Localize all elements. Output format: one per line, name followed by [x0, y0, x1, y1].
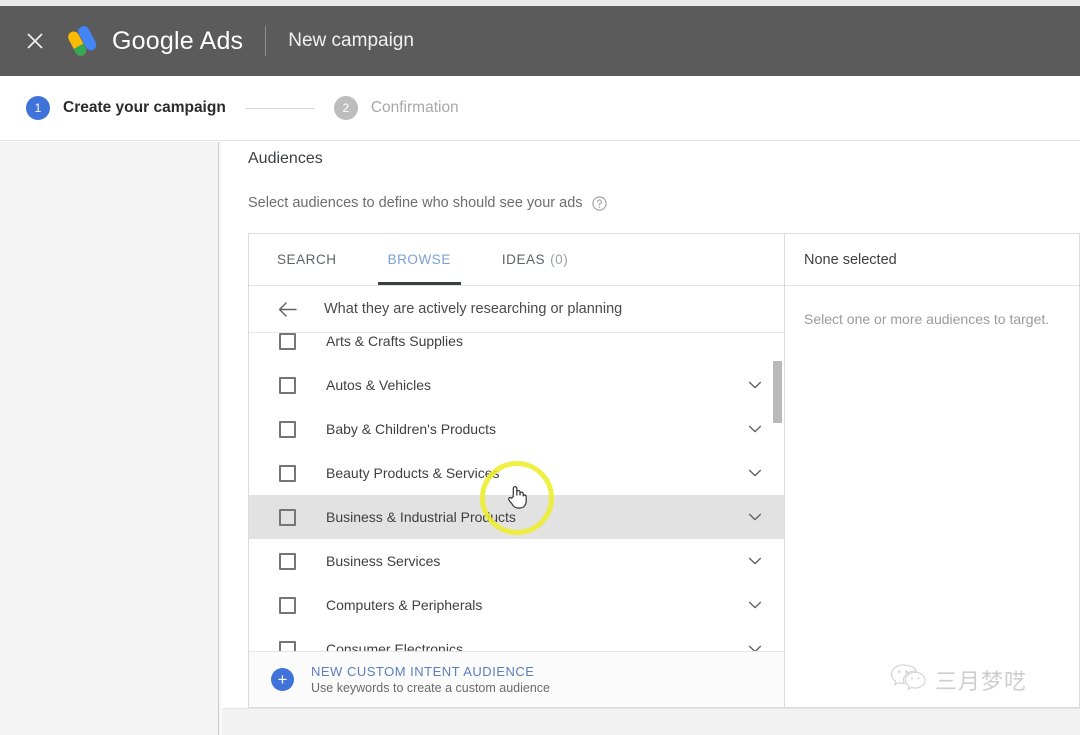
- cta-title: NEW CUSTOM INTENT AUDIENCE: [311, 664, 550, 679]
- scrollbar-thumb[interactable]: [773, 361, 782, 423]
- screenshot-root: Google Ads New campaign 1 Create your ca…: [0, 0, 1080, 735]
- audience-row[interactable]: Business Services: [249, 539, 784, 583]
- audience-row-label: Arts & Crafts Supplies: [326, 333, 744, 349]
- audience-tabs: SEARCH BROWSE IDEAS (0): [249, 234, 784, 286]
- audience-row-label: Consumer Electronics: [326, 641, 744, 651]
- close-icon[interactable]: [18, 24, 52, 58]
- chevron-down-icon[interactable]: [744, 462, 766, 484]
- page-section-title: Audiences: [248, 150, 323, 168]
- selection-panel: None selected Select one or more audienc…: [785, 234, 1079, 707]
- chevron-down-icon[interactable]: [744, 594, 766, 616]
- selection-panel-empty-message: Select one or more audiences to target.: [785, 286, 1079, 330]
- audience-browser: SEARCH BROWSE IDEAS (0): [249, 234, 785, 707]
- audience-checkbox[interactable]: [279, 421, 296, 438]
- plus-circle-icon: +: [271, 668, 294, 691]
- chevron-down-icon[interactable]: [744, 550, 766, 572]
- tab-ideas-label: IDEAS: [502, 252, 545, 267]
- cta-subtitle: Use keywords to create a custom audience: [311, 681, 550, 695]
- audience-checkbox[interactable]: [279, 553, 296, 570]
- audience-row-label: Business Services: [326, 553, 744, 569]
- audience-row-label: Computers & Peripherals: [326, 597, 744, 613]
- step-confirmation[interactable]: 2 Confirmation: [334, 96, 459, 120]
- breadcrumb-label: What they are actively researching or pl…: [324, 301, 622, 317]
- audience-checkbox[interactable]: [279, 509, 296, 526]
- chevron-down-icon[interactable]: [744, 418, 766, 440]
- step-create-campaign[interactable]: 1 Create your campaign: [26, 96, 226, 120]
- chevron-down-icon: [744, 333, 766, 352]
- chevron-down-icon[interactable]: [744, 638, 766, 651]
- brand-name: Google Ads: [112, 27, 243, 56]
- tab-browse[interactable]: BROWSE: [386, 234, 453, 285]
- audience-checkbox[interactable]: [279, 377, 296, 394]
- audience-row[interactable]: Baby & Children's Products: [249, 407, 784, 451]
- step-2-badge: 2: [334, 96, 358, 120]
- section-description-text: Select audiences to define who should se…: [248, 195, 583, 211]
- audience-list: Arts & Crafts Supplies Autos & Vehicles Ba…: [249, 333, 784, 651]
- new-custom-intent-audience-button[interactable]: + NEW CUSTOM INTENT AUDIENCE Use keyword…: [249, 651, 784, 707]
- main-content: Audiences Select audiences to define who…: [222, 142, 1080, 735]
- audience-list-scrollbar[interactable]: [773, 333, 782, 651]
- audience-row[interactable]: Beauty Products & Services: [249, 451, 784, 495]
- tab-ideas[interactable]: IDEAS (0): [500, 234, 570, 285]
- campaign-stepper: 1 Create your campaign 2 Confirmation: [0, 76, 1080, 141]
- breadcrumb: What they are actively researching or pl…: [249, 286, 784, 333]
- audience-row-label: Business & Industrial Products: [326, 509, 744, 525]
- tab-search-label: SEARCH: [277, 252, 337, 267]
- header-divider: [265, 26, 266, 56]
- selection-panel-header: None selected: [785, 234, 1079, 286]
- audience-row[interactable]: Arts & Crafts Supplies: [249, 333, 784, 363]
- audience-list-viewport: Arts & Crafts Supplies Autos & Vehicles Ba…: [249, 333, 784, 651]
- step-connector: [246, 108, 314, 109]
- chevron-down-icon[interactable]: [744, 374, 766, 396]
- audience-checkbox[interactable]: [279, 465, 296, 482]
- section-description: Select audiences to define who should se…: [248, 195, 607, 211]
- audience-checkbox[interactable]: [279, 597, 296, 614]
- page-title: New campaign: [288, 30, 414, 52]
- audience-row-label: Baby & Children's Products: [326, 421, 744, 437]
- audience-checkbox[interactable]: [279, 333, 296, 350]
- left-navigation-rail: [0, 142, 219, 735]
- step-1-badge: 1: [26, 96, 50, 120]
- chevron-down-icon[interactable]: [744, 506, 766, 528]
- step-1-label: Create your campaign: [63, 99, 226, 117]
- audience-row-label: Autos & Vehicles: [326, 377, 744, 393]
- audience-row[interactable]: Business & Industrial Products: [249, 495, 784, 539]
- help-circle-icon[interactable]: [592, 196, 607, 211]
- arrow-left-icon[interactable]: [275, 297, 299, 321]
- audience-checkbox[interactable]: [279, 641, 296, 652]
- google-ads-logo-icon: [64, 23, 100, 59]
- step-2-label: Confirmation: [371, 99, 459, 117]
- tab-browse-label: BROWSE: [388, 252, 451, 267]
- audience-row[interactable]: Computers & Peripherals: [249, 583, 784, 627]
- audience-row[interactable]: Autos & Vehicles: [249, 363, 784, 407]
- app-header: Google Ads New campaign: [0, 6, 1080, 76]
- tab-search[interactable]: SEARCH: [275, 234, 339, 285]
- audience-picker-card: SEARCH BROWSE IDEAS (0): [248, 233, 1080, 708]
- cta-text-group: NEW CUSTOM INTENT AUDIENCE Use keywords …: [311, 664, 550, 695]
- bottom-band: [222, 708, 1080, 735]
- audience-row-label: Beauty Products & Services: [326, 465, 744, 481]
- tab-ideas-count: (0): [550, 252, 568, 267]
- audience-row[interactable]: Consumer Electronics: [249, 627, 784, 651]
